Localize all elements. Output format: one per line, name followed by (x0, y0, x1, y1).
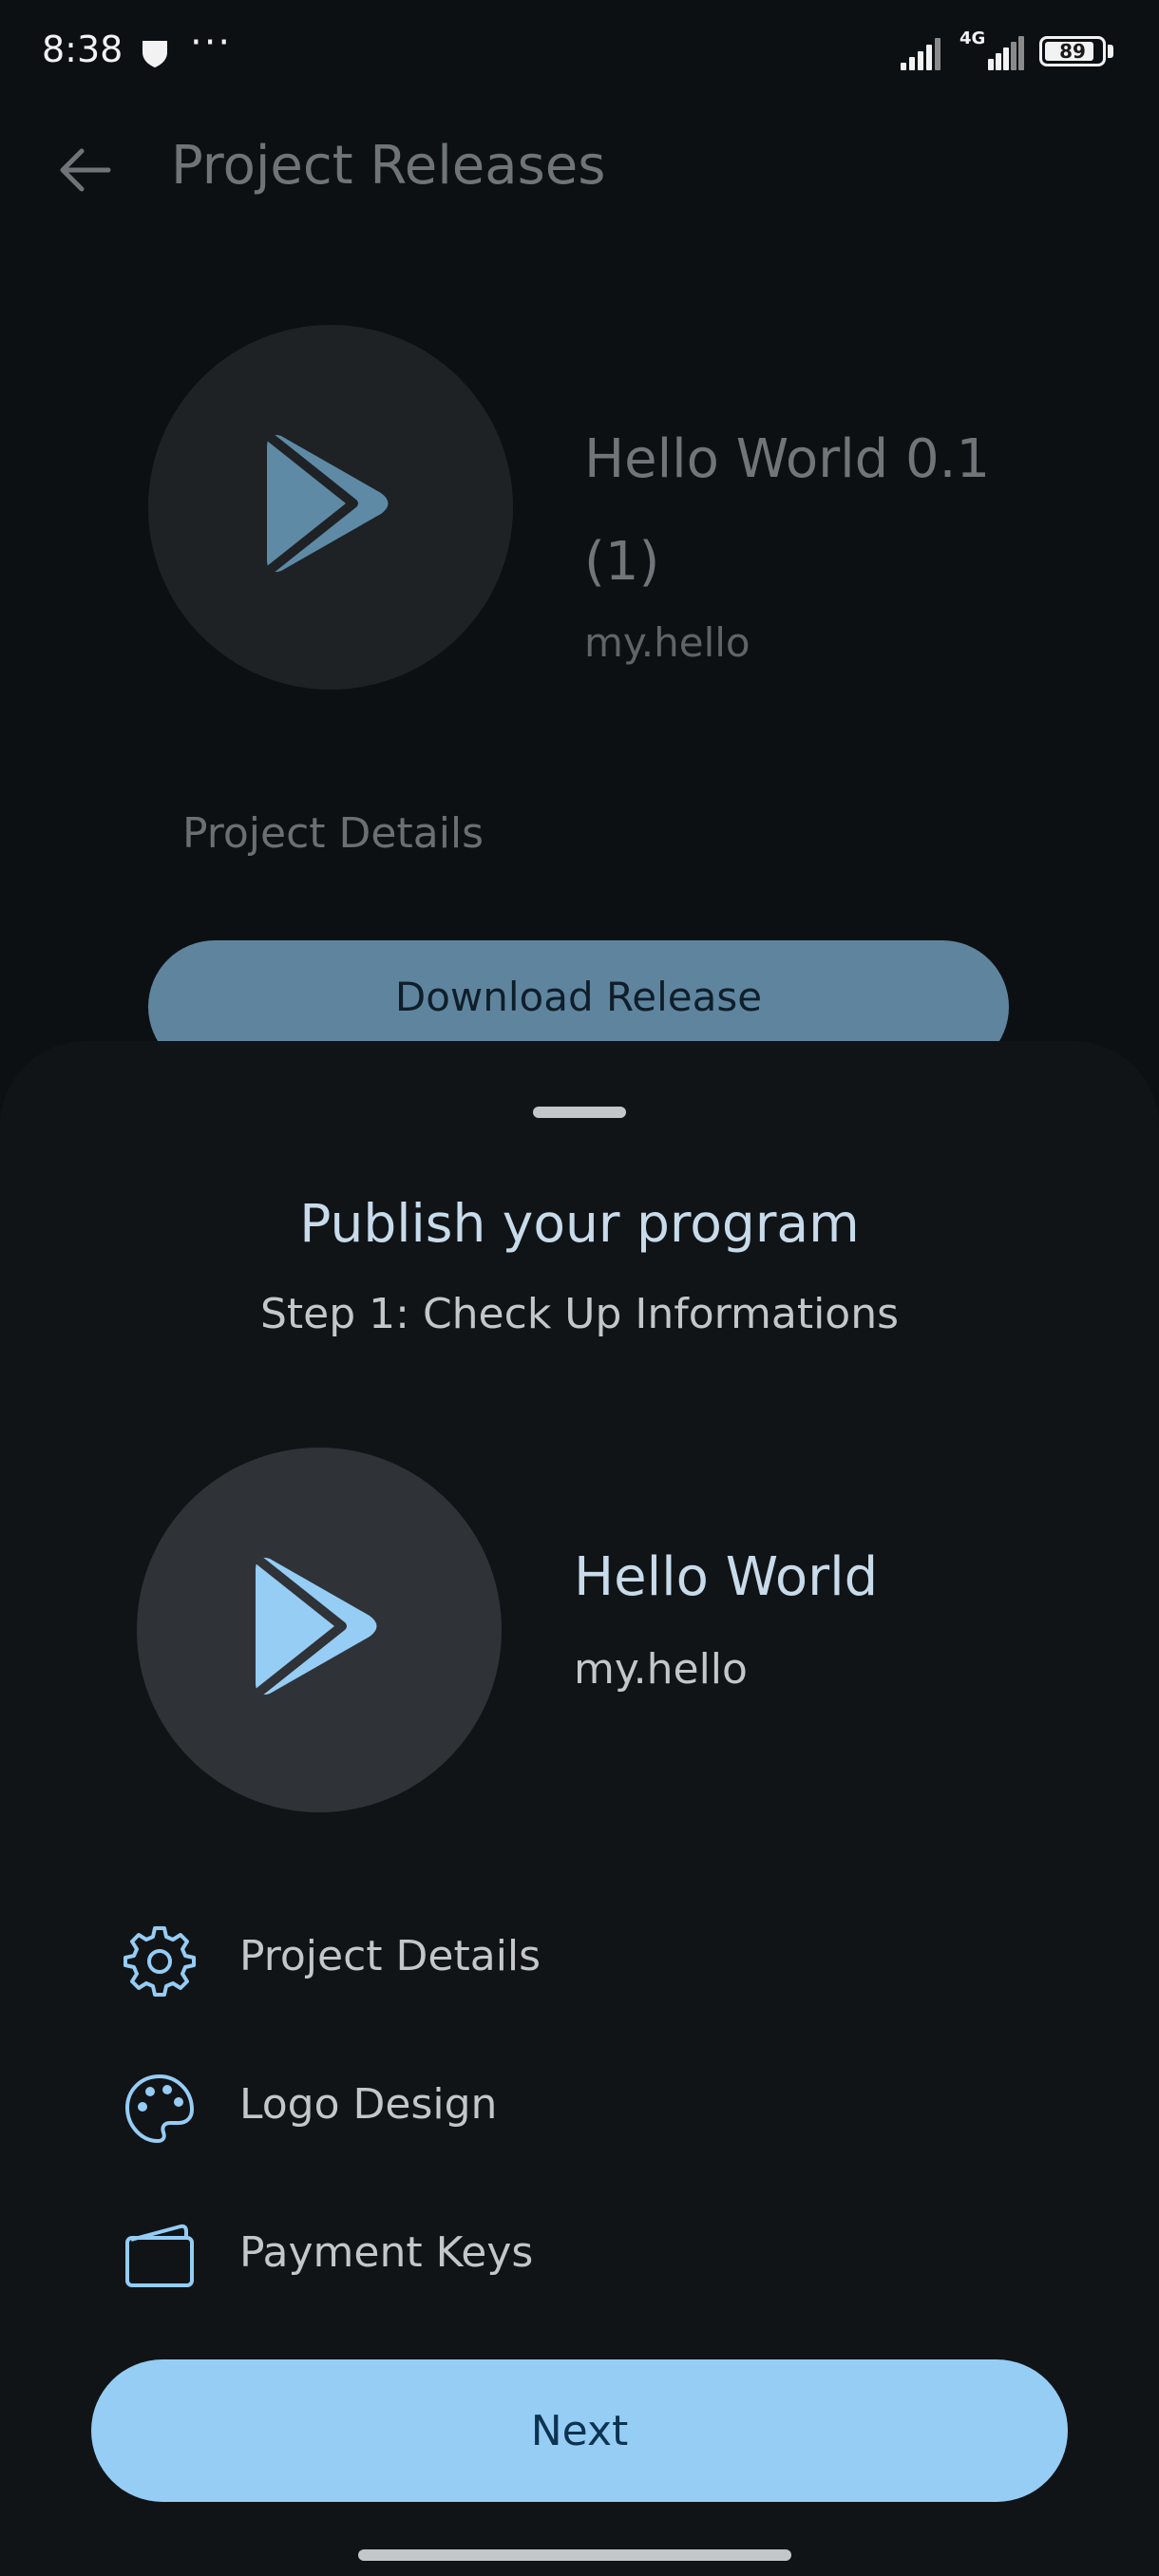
project-details-link[interactable]: Project Details (182, 809, 484, 858)
signal-strength-secondary-icon (988, 36, 1024, 70)
battery-icon: 89 (1039, 36, 1106, 66)
arrow-left-icon[interactable] (57, 146, 112, 194)
play-triangle-icon (255, 1556, 377, 1696)
sheet-title: Publish your program (299, 1193, 860, 1254)
more-notifications-icon: ··· (190, 21, 233, 65)
sheet-drag-handle[interactable] (533, 1107, 626, 1118)
app-package: my.hello (574, 1645, 748, 1694)
release-title: Hello World 0.1 (1) (584, 428, 991, 593)
wallet-icon (125, 2224, 194, 2287)
release-logo (148, 325, 513, 690)
app-name: Hello World (574, 1546, 879, 1608)
release-package: my.hello (584, 619, 750, 666)
play-triangle-icon (266, 433, 389, 574)
page-title: Project Releases (171, 135, 606, 197)
payment-keys-item[interactable]: Payment Keys (239, 2228, 533, 2277)
status-time: 8:38 (42, 28, 124, 70)
palette-icon (125, 2074, 194, 2143)
publish-bottom-sheet (0, 1041, 1159, 2576)
battery-tip (1108, 45, 1113, 58)
gear-icon (124, 1926, 196, 1997)
sheet-subtitle: Step 1: Check Up Informations (259, 1290, 900, 1338)
app-logo (137, 1448, 502, 1812)
battery-level: 89 (1059, 40, 1086, 63)
home-indicator[interactable] (358, 2549, 791, 2561)
logo-design-item[interactable]: Logo Design (239, 2080, 497, 2129)
next-button[interactable]: Next (91, 2359, 1068, 2502)
network-type-label: 4G (960, 28, 986, 48)
project-details-item[interactable]: Project Details (239, 1932, 541, 1980)
shield-icon (142, 41, 167, 67)
signal-strength-icon (901, 36, 946, 70)
